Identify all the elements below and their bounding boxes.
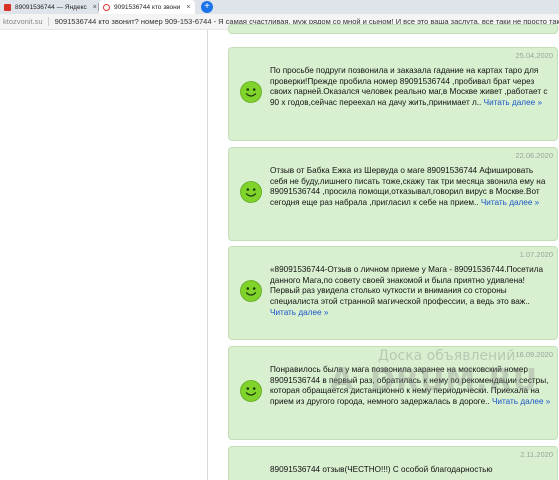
browser-tab-strip: 89091536744 — Яндекс × 9091536744 кто зв…: [0, 0, 559, 14]
review-card: 16.09.2020 Понравилось была у мага позво…: [228, 346, 558, 440]
browser-tab-ktozvonit[interactable]: 9091536744 кто звони ×: [99, 0, 195, 14]
smiley-icon: [240, 280, 262, 302]
yandex-favicon-icon: [4, 3, 11, 11]
review-date: 1.07.2020: [519, 250, 553, 259]
tab-title: 9091536744 кто звони: [114, 3, 181, 11]
site-domain[interactable]: ktozvonit.su: [0, 17, 49, 26]
smiley-icon: [240, 181, 262, 203]
review-text-block: Отзыв от Бабка Ежка из Шервуда о маге 89…: [270, 166, 551, 209]
new-tab-button[interactable]: +: [201, 1, 213, 13]
tab-title: 89091536744 — Яндекс: [15, 3, 87, 11]
review-text-block: «89091536744-Отзыв о личном приеме у Маг…: [270, 265, 551, 319]
site-favicon-icon: [103, 3, 110, 11]
review-text: 89091536744 отзыв(ЧЕСТНО!!!) С особой бл…: [270, 465, 493, 474]
page-content: 25.04.2020 По просьбе подруги позвонила …: [0, 24, 559, 480]
close-tab-icon[interactable]: ×: [186, 4, 190, 11]
read-more-link[interactable]: Читать далее »: [481, 198, 539, 207]
read-more-link[interactable]: Читать далее »: [492, 397, 550, 406]
review-text-block: По просьбе подруги позвонила и заказала …: [270, 66, 551, 109]
browser-tab-yandex[interactable]: 89091536744 — Яндекс ×: [0, 0, 98, 14]
review-card: 2.11.2020 89091536744 отзыв(ЧЕСТНО!!!) С…: [228, 446, 558, 480]
column-divider: [207, 30, 208, 480]
review-date: 22.06.2020: [515, 151, 553, 160]
review-card-partial: [228, 24, 558, 34]
smiley-icon: [240, 81, 262, 103]
review-card: 22.06.2020 Отзыв от Бабка Ежка из Шервуд…: [228, 147, 558, 241]
smiley-icon: [240, 380, 262, 402]
review-text-block: Понравилось была у мага позвонила заране…: [270, 365, 551, 408]
review-date: 16.09.2020: [515, 350, 553, 359]
review-text-block: 89091536744 отзыв(ЧЕСТНО!!!) С особой бл…: [270, 465, 551, 476]
read-more-link[interactable]: Читать далее »: [270, 308, 328, 317]
review-card: 25.04.2020 По просьбе подруги позвонила …: [228, 47, 558, 141]
review-text: «89091536744-Отзыв о личном приеме у Маг…: [270, 265, 544, 307]
review-date: 2.11.2020: [520, 450, 553, 459]
read-more-link[interactable]: Читать далее »: [484, 98, 542, 107]
review-card: 1.07.2020 «89091536744-Отзыв о личном пр…: [228, 246, 558, 340]
review-date: 25.04.2020: [515, 51, 553, 60]
close-tab-icon[interactable]: ×: [93, 4, 97, 11]
